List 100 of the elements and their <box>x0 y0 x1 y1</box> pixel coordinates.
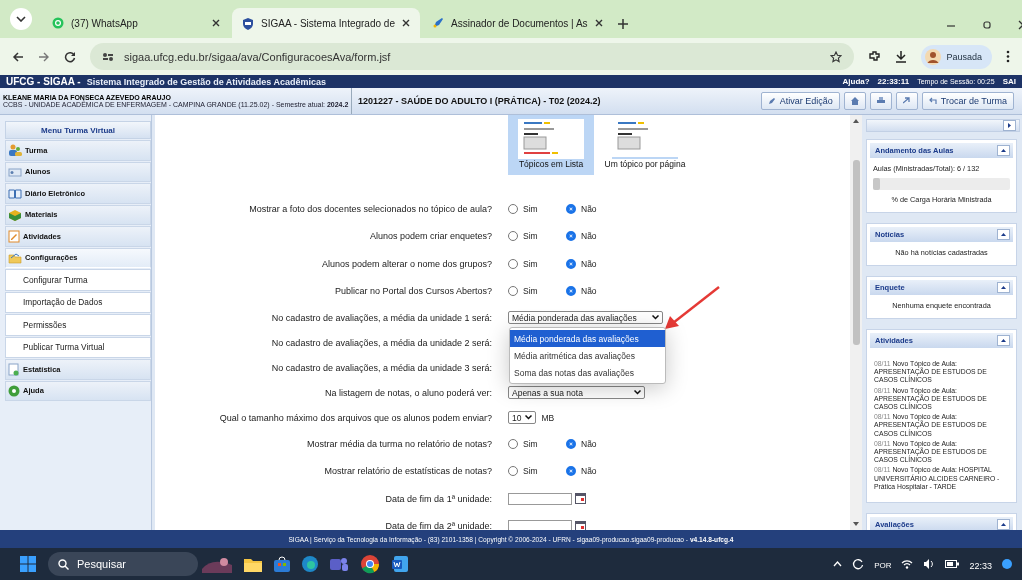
profile-button[interactable]: Pausada <box>921 44 992 69</box>
speaker-icon[interactable] <box>923 559 936 569</box>
dropdown[interactable]: Apenas a sua nota <box>508 386 645 399</box>
download-icon[interactable] <box>895 50 908 63</box>
field-label: Mostrar relatório de estatísticas de notas? <box>324 466 492 477</box>
radio-button[interactable] <box>566 466 576 477</box>
collapse-button[interactable] <box>997 519 1010 530</box>
scroll-up-icon <box>853 119 859 123</box>
radio-button[interactable] <box>508 286 518 297</box>
field-label: Alunos podem criar enquetes? <box>369 231 492 242</box>
date-field[interactable] <box>508 492 572 505</box>
menu-icon[interactable] <box>1006 50 1010 63</box>
layout-option[interactable]: Um tópico por página <box>602 115 688 175</box>
edit-button[interactable]: Ativar Edição <box>760 92 840 110</box>
star-icon[interactable] <box>830 50 843 63</box>
collapse-button[interactable] <box>997 282 1010 293</box>
teams-icon[interactable] <box>330 556 348 572</box>
browser-tab[interactable]: Assinador de Documentos | As <box>422 8 610 38</box>
site-settings-icon[interactable] <box>102 51 114 62</box>
dropdown[interactable]: 10 <box>508 411 537 424</box>
word-icon[interactable] <box>392 556 408 572</box>
radio-button[interactable] <box>566 231 576 242</box>
scrollbar[interactable] <box>850 115 862 530</box>
dropdown-option[interactable]: Soma das notas das avaliações <box>510 364 665 381</box>
option-label: Não <box>581 258 597 269</box>
battery-icon[interactable] <box>945 560 960 568</box>
course-title: 1201227 - SAÚDE DO ADULTO I (PRÁTICA) - T02 (2024.2) <box>357 96 602 106</box>
printer-icon <box>876 97 885 105</box>
collapse-button[interactable] <box>997 145 1010 156</box>
submenu-item[interactable]: Publicar Turma Virtual <box>5 336 151 358</box>
tab-search-button[interactable] <box>10 8 32 30</box>
caret-icon <box>652 315 659 320</box>
address-bar[interactable]: sigaa.ufcg.edu.br/sigaa/ava/ConfiguracoesAva/form.jsf <box>90 43 855 70</box>
browser-icon[interactable] <box>302 556 318 572</box>
submenu-item[interactable]: Configurar Turma <box>5 269 151 291</box>
pencil-icon <box>767 97 776 105</box>
clock[interactable]: 22:33 <box>969 561 992 571</box>
back-icon[interactable] <box>12 50 24 63</box>
shield-icon <box>242 16 254 30</box>
new-tab-icon[interactable] <box>618 19 628 29</box>
radio-button[interactable] <box>566 438 576 449</box>
expand-button[interactable] <box>1003 120 1016 131</box>
collapse-button[interactable] <box>997 335 1010 346</box>
forward-icon[interactable] <box>38 50 50 63</box>
radio-button[interactable] <box>508 231 518 242</box>
swap-icon <box>902 97 911 105</box>
submenu-item[interactable]: Importação de Dados <box>5 291 151 313</box>
reload-icon[interactable] <box>64 50 76 63</box>
radio-button[interactable] <box>508 438 518 449</box>
pen-icon <box>432 17 444 29</box>
list-preview-icon <box>518 119 584 159</box>
extensions-icon[interactable] <box>868 50 882 63</box>
date-field[interactable] <box>508 520 572 530</box>
swap-button[interactable] <box>895 92 918 110</box>
dropdown-option[interactable]: Média ponderada das avaliações <box>510 330 665 347</box>
field-label: No cadastro de avaliações, a média da unidade 2 será: <box>271 337 492 348</box>
browser-tab[interactable]: SIGAA - Sistema Integrado de <box>232 8 420 38</box>
field-label: Alunos podem alterar o nome dos grupos? <box>321 258 492 269</box>
wifi-icon[interactable] <box>901 559 914 569</box>
radio-button[interactable] <box>566 203 576 214</box>
book-icon <box>8 187 22 199</box>
radio-button[interactable] <box>508 466 518 477</box>
taskbar-search[interactable]: Pesquisar <box>48 552 198 576</box>
field-label: No cadastro de avaliações, a média da unidade 3 será: <box>271 362 492 373</box>
print-button[interactable] <box>869 92 892 110</box>
chevron-down-icon <box>16 16 26 22</box>
option-label: Não <box>581 286 597 297</box>
submenu-item[interactable]: Permissões <box>5 314 151 336</box>
start-icon[interactable] <box>20 556 36 572</box>
document-icon <box>8 229 20 243</box>
field-label: Mostrar média da turma no relatório de notas? <box>306 438 492 449</box>
dropdown-option[interactable]: Média aritmética das avaliações <box>510 347 665 364</box>
close-icon[interactable] <box>402 19 410 27</box>
radio-button[interactable] <box>566 286 576 297</box>
restore-icon[interactable] <box>982 20 992 30</box>
help-link[interactable]: Ajuda? <box>842 77 870 86</box>
logout-link[interactable]: SAI <box>1002 77 1016 86</box>
option-label: Sim <box>523 203 538 214</box>
sync-icon[interactable] <box>852 558 865 570</box>
store-icon[interactable] <box>274 556 290 572</box>
calendar-icon[interactable] <box>575 493 586 505</box>
close-icon[interactable] <box>212 19 220 27</box>
search-highlight-icon[interactable] <box>202 555 232 573</box>
language-indicator[interactable]: POR <box>874 561 892 570</box>
radio-button[interactable] <box>508 258 518 269</box>
chevron-up-icon[interactable] <box>833 561 843 567</box>
notification-icon[interactable] <box>1002 559 1012 569</box>
return-icon <box>928 97 937 105</box>
collapse-button[interactable] <box>997 229 1010 240</box>
layout-option[interactable]: Tópicos em Lista <box>508 115 594 175</box>
close-icon[interactable] <box>594 19 603 27</box>
option-label: Sim <box>523 286 538 297</box>
radio-button[interactable] <box>508 203 518 214</box>
browser-tab[interactable]: (37) WhatsApp <box>42 8 230 38</box>
radio-button[interactable] <box>566 258 576 269</box>
unit-label: MB <box>541 412 555 423</box>
folder-icon[interactable] <box>244 556 262 572</box>
home-button[interactable] <box>843 92 866 110</box>
switch-class-button[interactable]: Trocar de Turma <box>921 92 1014 110</box>
chrome-icon[interactable] <box>360 554 380 574</box>
